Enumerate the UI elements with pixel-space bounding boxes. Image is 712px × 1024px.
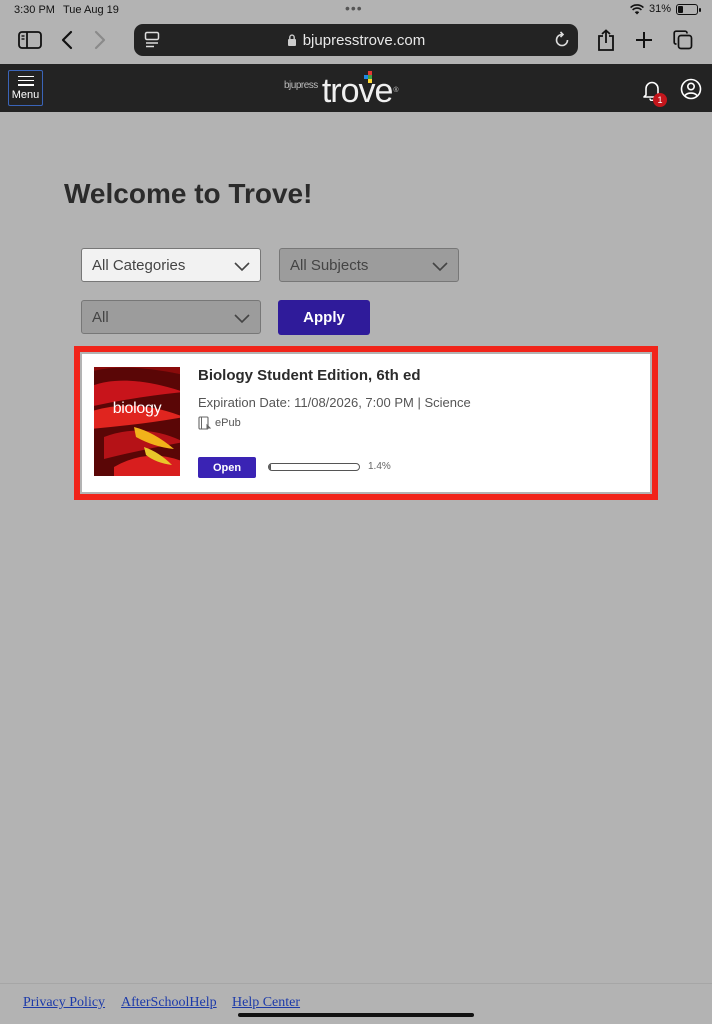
cover-title: biology: [112, 400, 162, 417]
status-bar: 3:30 PM Tue Aug 19 ••• 31%: [0, 0, 712, 20]
book-format: ePub: [198, 416, 241, 430]
afterschoolhelp-link[interactable]: AfterSchoolHelp: [121, 995, 217, 1011]
apply-button[interactable]: Apply: [278, 300, 370, 335]
chevron-down-icon: [234, 262, 250, 272]
logo-small-text: bjupress: [284, 80, 318, 91]
new-tab-icon[interactable]: [629, 25, 659, 55]
privacy-policy-link[interactable]: Privacy Policy: [23, 995, 105, 1011]
book-card: biology Biology Student Edition, 6th ed …: [82, 354, 650, 492]
help-center-link[interactable]: Help Center: [232, 995, 300, 1011]
status-indicators: 31%: [630, 3, 701, 15]
trove-logo[interactable]: bjupress trove ®: [284, 68, 399, 108]
home-indicator[interactable]: [238, 1013, 474, 1017]
share-icon[interactable]: [591, 25, 621, 55]
logo-big-text: trove: [321, 71, 393, 110]
page-title: Welcome to Trove!: [64, 178, 313, 209]
chevron-down-icon: [432, 262, 448, 272]
cover-feathers-image: [94, 367, 180, 476]
forward-icon[interactable]: [85, 25, 115, 55]
user-account-icon[interactable]: [680, 78, 702, 105]
menu-button[interactable]: Menu: [8, 70, 43, 106]
book-format-label: ePub: [215, 417, 241, 429]
status-select-value: All: [92, 308, 109, 326]
categories-select-value: All Categories: [92, 256, 186, 274]
subjects-select[interactable]: All Subjects: [279, 248, 459, 282]
battery-icon: [676, 3, 701, 15]
back-icon[interactable]: [52, 25, 82, 55]
sidebar-toggle-icon[interactable]: [15, 25, 45, 55]
reading-progress-fill: [269, 464, 271, 470]
status-select[interactable]: All: [81, 300, 261, 334]
book-title[interactable]: Biology Student Edition, 6th ed: [198, 367, 421, 384]
footer: Privacy Policy AfterSchoolHelp Help Cent…: [0, 983, 712, 1024]
battery-percent: 31%: [648, 3, 671, 15]
reading-progress-label: 1.4%: [368, 461, 391, 472]
address-bar[interactable]: bjupresstrove.com: [134, 24, 578, 56]
categories-select[interactable]: All Categories: [81, 248, 261, 282]
url-text: bjupresstrove.com: [302, 31, 426, 49]
status-date: Tue Aug 19: [63, 4, 119, 16]
tabs-overview-icon[interactable]: [668, 25, 698, 55]
app-header: Menu bjupress trove ®: [0, 64, 712, 112]
logo-squares-icon: [363, 71, 374, 83]
book-cover[interactable]: biology: [94, 367, 180, 476]
subjects-select-value: All Subjects: [290, 256, 369, 274]
registered-mark: ®: [393, 87, 399, 94]
status-time: 3:30 PM: [14, 4, 55, 16]
epub-book-icon: [198, 416, 211, 430]
reload-icon[interactable]: [554, 30, 570, 52]
reading-progress-bar: [268, 463, 360, 471]
wifi-icon: [630, 3, 644, 14]
multitasking-dots-icon[interactable]: •••: [345, 0, 363, 16]
browser-toolbar: bjupresstrove.com: [0, 20, 712, 64]
menu-label: Menu: [11, 88, 40, 101]
chevron-down-icon: [234, 314, 250, 324]
book-expiration-subject: Expiration Date: 11/08/2026, 7:00 PM | S…: [198, 395, 471, 410]
page-menu-icon[interactable]: [144, 31, 160, 53]
battery-level: [678, 5, 684, 13]
notification-badge: 1: [653, 93, 667, 107]
hamburger-icon: [17, 75, 34, 86]
lock-icon: [287, 34, 297, 46]
open-book-button[interactable]: Open: [198, 457, 256, 478]
